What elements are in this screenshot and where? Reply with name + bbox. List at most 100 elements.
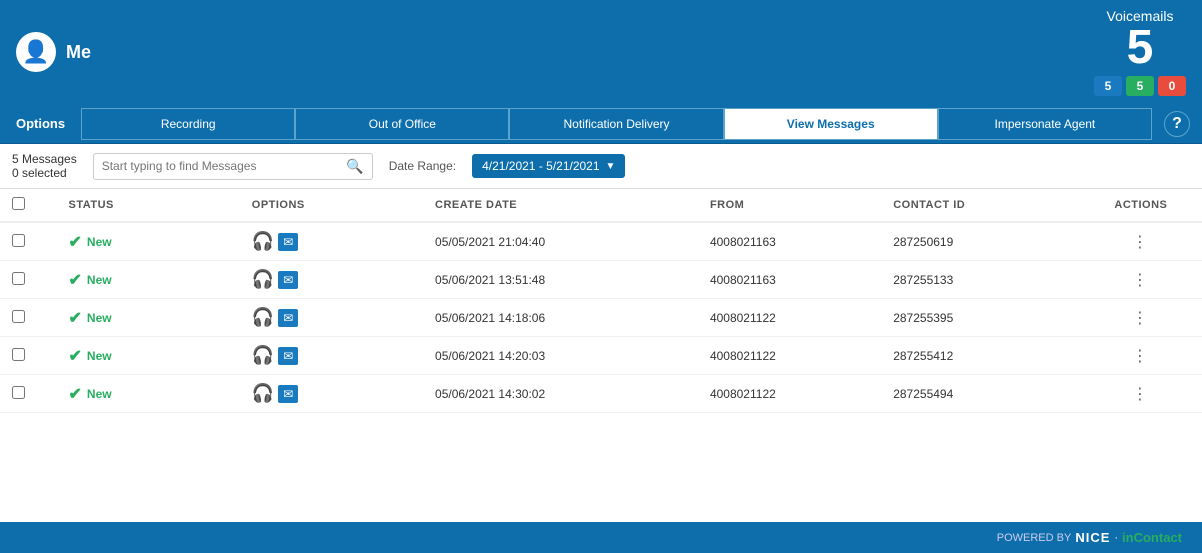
row-createdate-0: 05/05/2021 21:04:40 [423,222,698,261]
actions-menu-2[interactable]: ⋮ [1132,310,1150,327]
check-circle-icon-4: ✔ [69,384,82,404]
row-options-1: 🎧 ✉ [240,261,423,299]
col-header-checkbox [0,189,57,222]
badge-red: 0 [1158,76,1186,96]
row-checkbox-3[interactable] [12,348,25,361]
row-actions-0: ⋮ [1080,222,1202,261]
actions-menu-3[interactable]: ⋮ [1132,348,1150,365]
row-status-2: ✔ New [57,299,240,337]
row-createdate-3: 05/06/2021 14:20:03 [423,337,698,375]
row-actions-3: ⋮ [1080,337,1202,375]
tab-notification-delivery[interactable]: Notification Delivery [509,108,723,140]
options-icons-1: 🎧 ✉ [252,269,411,290]
row-options-0: 🎧 ✉ [240,222,423,261]
row-checkbox-cell [0,222,57,261]
headset-icon-4[interactable]: 🎧 [252,383,274,404]
table-row: ✔ New 🎧 ✉ 05/06/2021 13:51:48 4008021163… [0,261,1202,299]
headset-icon-1[interactable]: 🎧 [252,269,274,290]
header-right: Voicemails 5 5 5 0 [1094,8,1186,96]
table-header-row: STATUS OPTIONS CREATE DATE FROM CONTACT … [0,189,1202,222]
table-row: ✔ New 🎧 ✉ 05/06/2021 14:20:03 4008021122… [0,337,1202,375]
row-checkbox-cell [0,375,57,413]
user-name: Me [66,42,91,63]
row-from-0: 4008021163 [698,222,881,261]
email-icon-3[interactable]: ✉ [278,347,298,365]
check-circle-icon-1: ✔ [69,270,82,290]
row-from-3: 4008021122 [698,337,881,375]
tab-view-messages[interactable]: View Messages [724,108,938,140]
footer: POWERED BY NICE · inContact [0,522,1202,553]
actions-menu-4[interactable]: ⋮ [1132,386,1150,403]
status-new-1: ✔ New [69,270,228,290]
tab-out-of-office[interactable]: Out of Office [295,108,509,140]
incontact-logo: inContact [1122,530,1182,545]
row-createdate-2: 05/06/2021 14:18:06 [423,299,698,337]
row-status-3: ✔ New [57,337,240,375]
nav-options-label: Options [0,116,81,131]
row-checkbox-1[interactable] [12,272,25,285]
date-range-arrow-icon: ▼ [606,161,616,172]
actions-menu-1[interactable]: ⋮ [1132,272,1150,289]
check-circle-icon-2: ✔ [69,308,82,328]
badge-blue: 5 [1094,76,1122,96]
dot-separator: · [1114,532,1118,544]
nice-logo: NICE [1075,530,1110,545]
toolbar: 5 Messages 0 selected 🔍 Date Range: 4/21… [0,144,1202,189]
col-header-status: STATUS [57,189,240,222]
options-icons-2: 🎧 ✉ [252,307,411,328]
email-icon-2[interactable]: ✉ [278,309,298,327]
header-left: 👤 Me [16,32,91,72]
row-contactid-4: 287255494 [881,375,1080,413]
messages-table: STATUS OPTIONS CREATE DATE FROM CONTACT … [0,189,1202,413]
messages-count: 5 Messages [12,152,77,166]
col-header-from: FROM [698,189,881,222]
tab-recording[interactable]: Recording [81,108,295,140]
row-from-4: 4008021122 [698,375,881,413]
badges: 5 5 0 [1094,76,1186,96]
row-contactid-2: 287255395 [881,299,1080,337]
content-area: 5 Messages 0 selected 🔍 Date Range: 4/21… [0,144,1202,522]
row-checkbox-cell [0,337,57,375]
row-options-3: 🎧 ✉ [240,337,423,375]
select-all-checkbox[interactable] [12,197,25,210]
app-container: 👤 Me Voicemails 5 5 5 0 Options Recordin… [0,0,1202,553]
row-checkbox-4[interactable] [12,386,25,399]
row-contactid-3: 287255412 [881,337,1080,375]
help-button[interactable]: ? [1164,111,1190,137]
tab-impersonate-agent[interactable]: Impersonate Agent [938,108,1152,140]
voicemails-count: 5 [1094,24,1186,72]
date-range-label: Date Range: [389,159,456,173]
search-input[interactable] [102,159,347,173]
row-checkbox-2[interactable] [12,310,25,323]
search-icon: 🔍 [346,158,363,175]
row-createdate-1: 05/06/2021 13:51:48 [423,261,698,299]
email-icon-0[interactable]: ✉ [278,233,298,251]
row-checkbox-cell [0,299,57,337]
date-range-value: 4/21/2021 - 5/21/2021 [482,159,599,173]
row-from-1: 4008021163 [698,261,881,299]
col-header-contactid: CONTACT ID [881,189,1080,222]
email-icon-1[interactable]: ✉ [278,271,298,289]
headset-icon-3[interactable]: 🎧 [252,345,274,366]
row-checkbox-cell [0,261,57,299]
headset-icon-0[interactable]: 🎧 [252,231,274,252]
badge-green: 5 [1126,76,1154,96]
row-createdate-4: 05/06/2021 14:30:02 [423,375,698,413]
table-row: ✔ New 🎧 ✉ 05/05/2021 21:04:40 4008021163… [0,222,1202,261]
check-circle-icon-3: ✔ [69,346,82,366]
date-range-button[interactable]: 4/21/2021 - 5/21/2021 ▼ [472,154,625,178]
email-icon-4[interactable]: ✉ [278,385,298,403]
headset-icon-2[interactable]: 🎧 [252,307,274,328]
user-avatar-icon: 👤 [22,39,49,65]
header: 👤 Me Voicemails 5 5 5 0 [0,0,1202,104]
row-options-4: 🎧 ✉ [240,375,423,413]
messages-info: 5 Messages 0 selected [12,152,77,180]
row-status-0: ✔ New [57,222,240,261]
row-checkbox-0[interactable] [12,234,25,247]
row-actions-4: ⋮ [1080,375,1202,413]
row-actions-1: ⋮ [1080,261,1202,299]
search-box[interactable]: 🔍 [93,153,373,180]
options-icons-0: 🎧 ✉ [252,231,411,252]
row-contactid-1: 287255133 [881,261,1080,299]
actions-menu-0[interactable]: ⋮ [1132,234,1150,251]
